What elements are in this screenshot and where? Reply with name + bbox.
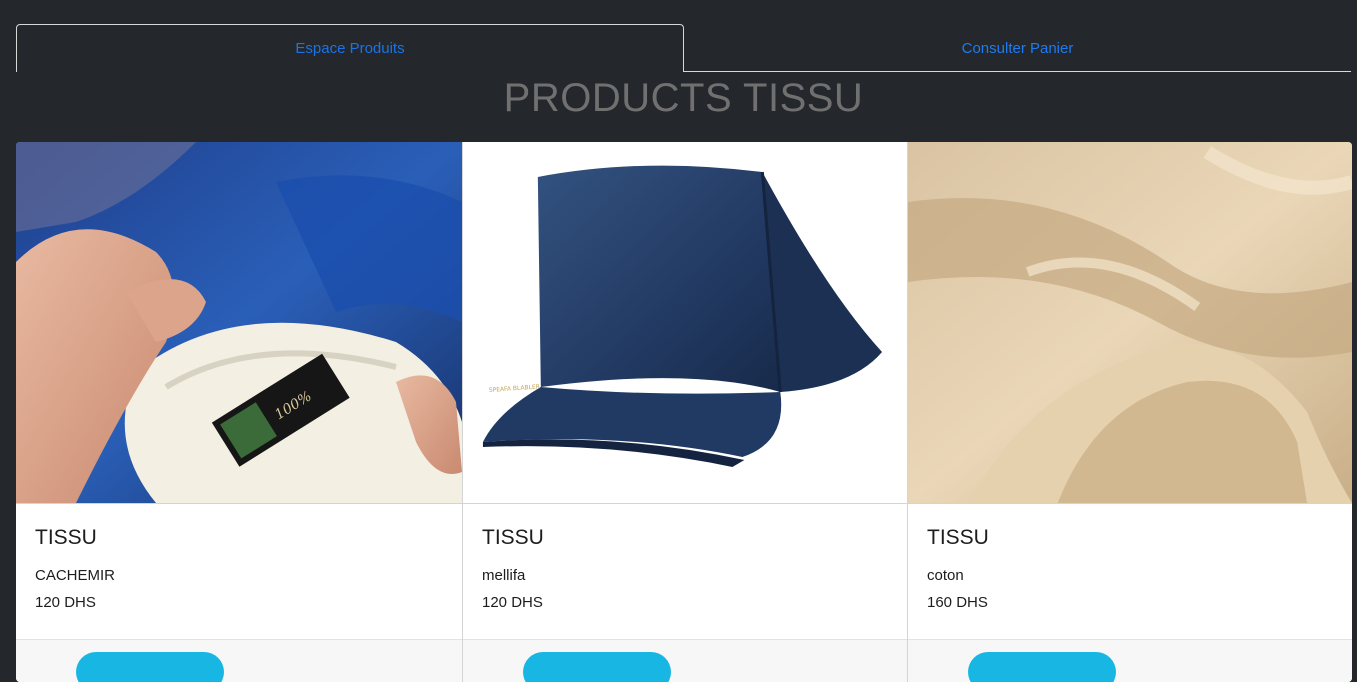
product-card-footer (463, 639, 907, 682)
tab-consulter-panier-label: Consulter Panier (961, 39, 1074, 57)
product-card-body: TISSU CACHEMIR 120 DHS (16, 503, 462, 639)
product-card-footer (908, 639, 1352, 682)
nav-tabs: Espace Produits Consulter Panier (16, 24, 1351, 72)
tab-consulter-panier[interactable]: Consulter Panier (684, 24, 1351, 72)
product-card-group: 100% TISSU CACHEMIR 120 DHS SPEAFA BLABL… (16, 142, 1352, 682)
product-name: mellifa (482, 567, 526, 584)
product-name: coton (927, 567, 964, 584)
product-price: 120 DHS (482, 594, 543, 611)
add-to-cart-button[interactable] (76, 652, 224, 682)
product-title: TISSU (482, 526, 544, 549)
product-card-footer (16, 639, 462, 682)
product-card: TISSU coton 160 DHS (907, 142, 1352, 682)
add-to-cart-button[interactable] (523, 652, 671, 682)
page-title: PRODUCTS TISSU (503, 76, 864, 120)
tab-espace-produits[interactable]: Espace Produits (16, 24, 684, 72)
product-image-coton (908, 142, 1352, 503)
tab-espace-produits-label: Espace Produits (295, 40, 405, 57)
product-card-body: TISSU coton 160 DHS (908, 503, 1352, 639)
product-title: TISSU (35, 526, 97, 549)
product-card: 100% TISSU CACHEMIR 120 DHS (16, 142, 462, 682)
product-card: SPEAFA BLABLER TISSU mellifa 120 DHS (462, 142, 907, 682)
product-card-body: TISSU mellifa 120 DHS (463, 503, 907, 639)
add-to-cart-button[interactable] (968, 652, 1116, 682)
product-price: 160 DHS (927, 594, 988, 611)
product-price: 120 DHS (35, 594, 96, 611)
product-image-cashmere: 100% (16, 142, 462, 503)
product-image-mellifa: SPEAFA BLABLER (463, 142, 907, 503)
product-title: TISSU (927, 526, 989, 549)
product-name: CACHEMIR (35, 567, 116, 584)
